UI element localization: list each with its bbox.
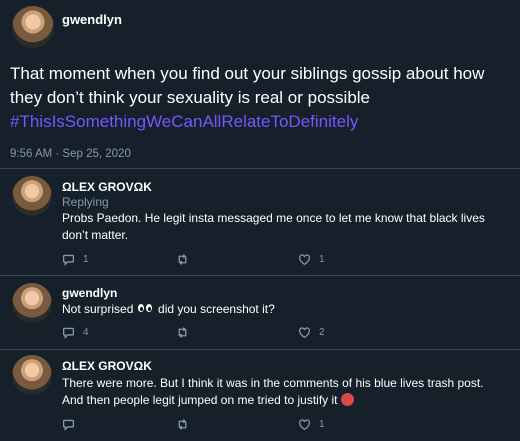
angry-face-emoji-icon xyxy=(340,393,354,406)
main-tweet-body: That moment when you find out your sibli… xyxy=(10,64,485,107)
retweet-button[interactable] xyxy=(176,253,197,266)
like-button[interactable]: 2 xyxy=(298,326,325,339)
retweet-icon xyxy=(178,254,187,265)
heart-icon xyxy=(298,254,311,266)
reply-count: 1 xyxy=(83,254,89,265)
retweet-icon xyxy=(178,419,187,430)
reply-avatar[interactable] xyxy=(12,283,52,323)
reply-button[interactable]: 1 xyxy=(62,253,89,266)
eyes-emoji-icon xyxy=(136,302,155,314)
reply-avatar[interactable] xyxy=(12,176,52,216)
reply-button[interactable] xyxy=(62,418,83,431)
reply-button[interactable]: 4 xyxy=(62,326,89,339)
comment-icon xyxy=(62,419,75,431)
reply-author-name[interactable]: ΩLEX GROVΩK xyxy=(62,359,152,373)
reply-tweet[interactable]: gwendlyn Not surprised did you screensho… xyxy=(0,275,520,350)
reply-text-after: did you screenshot it? xyxy=(154,302,275,316)
replying-label: Replying xyxy=(62,195,109,209)
reply-actions: 1 1 xyxy=(62,253,362,267)
retweet-button[interactable] xyxy=(176,418,197,431)
retweet-button[interactable] xyxy=(176,326,197,339)
main-author-name[interactable]: gwendlyn xyxy=(62,12,122,27)
main-tweet-text: That moment when you find out your sibli… xyxy=(10,62,510,134)
reply-author-name[interactable]: gwendlyn xyxy=(62,286,117,300)
retweet-icon xyxy=(178,327,187,338)
main-author-avatar[interactable] xyxy=(12,6,54,48)
tweet-timestamp[interactable]: 9:56 AM · Sep 25, 2020 xyxy=(10,148,131,160)
like-count: 1 xyxy=(319,254,325,265)
reply-text: There were more. But I think it was in t… xyxy=(62,375,507,409)
like-count: 1 xyxy=(319,419,325,430)
like-button[interactable]: 1 xyxy=(298,253,325,266)
reply-avatar[interactable] xyxy=(12,355,52,395)
heart-icon xyxy=(298,327,311,339)
reply-text: Probs Paedon. He legit insta messaged me… xyxy=(62,211,485,242)
hashtag-link[interactable]: #ThisIsSomethingWeCanAllRelateToDefinite… xyxy=(10,110,510,134)
like-count: 2 xyxy=(319,327,325,338)
comment-icon xyxy=(62,327,75,339)
reply-actions: 4 2 xyxy=(62,326,362,340)
reply-actions: 1 xyxy=(62,418,362,432)
heart-icon xyxy=(298,419,311,431)
reply-text-content: There were more. But I think it was in t… xyxy=(62,376,484,407)
reply-author-name[interactable]: ΩLEX GROVΩK xyxy=(62,180,152,194)
reply-tweet[interactable]: ΩLEX GROVΩK There were more. But I think… xyxy=(0,349,520,441)
comment-icon xyxy=(62,254,75,266)
like-button[interactable]: 1 xyxy=(298,418,325,431)
reply-text: Not surprised did you screenshot it? xyxy=(62,301,507,318)
reply-count: 4 xyxy=(83,327,89,338)
reply-text-before: Not surprised xyxy=(62,302,137,316)
reply-tweet[interactable]: ΩLEX GROVΩK Replying Probs Paedon. He le… xyxy=(0,168,520,268)
